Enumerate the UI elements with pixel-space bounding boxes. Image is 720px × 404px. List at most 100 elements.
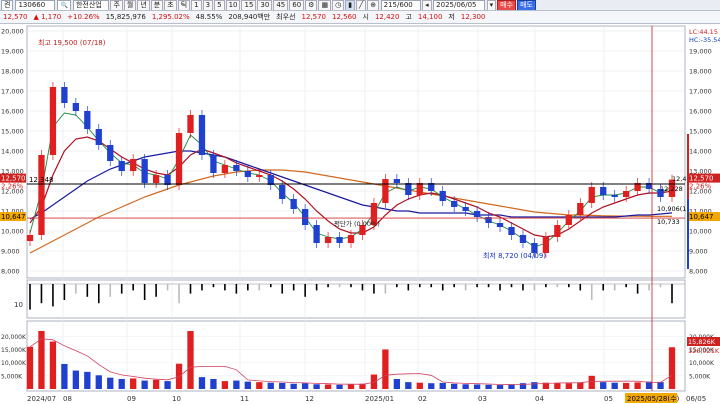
volume-bar [554,382,561,389]
x-tick-label: 03 [478,395,487,403]
period-minute-button[interactable]: 분 [150,0,164,10]
volume-bar [393,378,401,389]
minute-10-button[interactable]: 10 [225,0,241,10]
period-weekly-button[interactable]: 주 [110,0,123,10]
oscillator-bar [201,284,203,291]
candle-body [244,171,251,177]
candle-body [95,129,102,145]
volume-bar [301,383,309,389]
volume-bar [187,331,194,389]
volume-tick-label: 20,000K [1,334,27,341]
volume-bar [95,375,102,389]
candle-icon[interactable]: ▮ [345,0,356,10]
oscillator-bar [315,284,318,291]
settings-icon[interactable]: ⚙ [305,0,318,10]
stock-chart[interactable]: 20,000 19,000 18,000 17,000 16,000 15,000 14,0… [0,24,720,404]
grid-icon[interactable]: ▦ [318,0,332,10]
candle-body [198,115,206,155]
period-tick-button[interactable]: 틱 [177,0,191,10]
buy-button[interactable]: 매수 [497,0,517,10]
price-tick-label: 15,000 [1,128,24,136]
volume-bar [622,382,630,389]
oscillator-bar [648,284,650,291]
clock-icon[interactable]: ◷ [332,0,345,10]
sell-button[interactable]: 매도 [517,0,536,10]
price-right-tick-label: 10,000 [689,228,712,236]
oscillator-bar [464,284,467,291]
candle-body [130,159,137,171]
volume-bar [244,381,251,389]
oscillator-bar [659,284,662,288]
oscillator-bar [212,284,215,288]
mode-select[interactable]: 켠 [1,0,14,10]
candle-body [279,185,286,199]
minute-45-button[interactable]: 45 [273,0,289,10]
candle-body [439,191,446,201]
price-tick-label: 19,000 [1,48,24,56]
minute-60-button[interactable]: 60 [289,0,305,10]
open-price: 12,420 [374,13,400,21]
minute-5-button[interactable]: 5 [214,0,225,10]
quote-bar: 12,570 ▲ 1,170 +10.26% 15,825,976 1,295.… [0,11,720,24]
period-monthly-button[interactable]: 월 [123,0,137,10]
oscillator-bar [52,284,54,307]
pin-icon[interactable]: ⊕ [367,0,380,10]
price-tick-label: 18,000 [1,68,24,76]
volume-bar [428,383,435,389]
price-right-tick-label: 18,000 [689,68,712,76]
candle-body [26,235,34,241]
minute-15-button[interactable]: 15 [241,0,257,10]
candle-body [451,201,458,207]
x-tick-label: 2024/07 [27,395,56,403]
calendar-icon[interactable]: ▾ [486,0,497,10]
date-field[interactable]: 2025/06/05 [433,0,486,10]
oscillator-tick-label: 10 [14,301,23,309]
oscillator-bar [487,284,490,288]
minute-3-button[interactable]: 3 [202,0,214,10]
volume-bar [405,382,412,389]
candle-body [324,237,332,243]
search-icon[interactable]: 🔍 [57,0,71,10]
volume-bar [485,384,492,389]
volume-bar [313,384,320,389]
oscillator-bar [97,284,100,304]
candle-body [416,183,423,195]
line-icon[interactable]: ╱ [356,0,367,10]
oscillator-bar [602,284,605,291]
volume-bar [49,341,57,389]
oscillator-bar [350,284,352,288]
oscillator-bar [120,284,123,294]
trade-amount: 208,940백만 [228,13,271,21]
period-second-button[interactable]: 초 [164,0,177,10]
stock-code-input[interactable]: 130660 [15,0,56,10]
oscillator-bar [235,284,238,294]
max-price-label: 최고 19,500 (07/18) [38,38,106,47]
stock-name-field[interactable]: 한전산업 [72,0,109,10]
oscillator-bar [441,284,444,291]
oscillator-bar [247,284,249,291]
period-yearly-button[interactable]: 년 [137,0,150,10]
oscillator-bar [224,284,226,291]
reference-line-black-label: 12,348 [29,176,54,184]
candle-body [72,103,80,111]
volume-bar [600,382,607,389]
minute-30-button[interactable]: 30 [257,0,273,10]
right-range-bar-blue [687,199,689,269]
candle-body [600,187,607,195]
oscillator-bar [75,284,77,294]
volume-bar [462,384,469,389]
end-label-3: 10,906(1 [657,205,686,213]
x-tick-label: 08 [63,395,72,403]
bar-count-field[interactable]: 215/600 [380,0,421,10]
low-price: 12,300 [460,13,486,21]
cursor-date-label: 2025/05/28(수) [627,395,680,403]
volume-bar [370,374,378,389]
volume-bar [84,371,91,389]
volume-bar [152,379,160,389]
scroll-left-icon[interactable]: ◂ [422,0,432,10]
volume-bar [118,378,125,389]
volume-bar [531,382,538,389]
oscillator-bar [636,284,639,294]
minute-1-button[interactable]: 1 [191,0,202,10]
candle-body [473,211,481,217]
